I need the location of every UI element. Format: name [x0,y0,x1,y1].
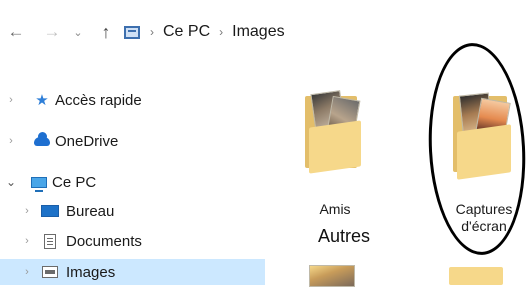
forward-arrow-icon[interactable]: → [42,20,62,44]
nav-item-label: Ce PC [52,173,97,191]
star-icon: ★ [35,92,49,109]
desktop-icon [41,203,59,219]
nav-item-ce-pc[interactable]: ⌄ Ce PC [0,169,265,195]
collapse-chevron-icon[interactable]: ⌄ [6,175,16,189]
breadcrumb-separator[interactable]: › [150,25,154,39]
nav-item-documents[interactable]: › Documents [0,228,265,254]
nav-item-label: Accès rapide [55,91,142,109]
images-icon [41,264,59,280]
expand-chevron-icon[interactable]: › [22,235,32,247]
nav-item-acces-rapide[interactable]: › ★ Accès rapide [0,87,265,113]
nav-item-label: Bureau [66,202,115,220]
breadcrumb[interactable]: › Ce PC › Images [124,20,285,44]
nav-item-label: Images [66,263,116,281]
navigation-pane: › ★ Accès rapide › OneDrive ⌄ Ce PC › Bu… [0,64,265,285]
nav-item-bureau[interactable]: › Bureau [0,198,265,224]
folder-partial[interactable] [445,264,505,285]
folder-partial[interactable] [303,263,363,287]
expand-chevron-icon[interactable]: › [22,205,32,217]
nav-item-label: Documents [66,232,142,250]
photo-thumbnail-icon [309,265,355,287]
location-icon [124,25,140,39]
folder-label-amis[interactable]: Amis [303,201,367,217]
folder-front-icon [449,267,503,285]
up-arrow-icon[interactable]: ↑ [96,20,116,44]
documents-icon [41,233,59,249]
nav-item-label: OneDrive [55,132,119,150]
annotation-text: Autres [318,226,371,246]
expand-chevron-icon[interactable]: › [6,94,16,106]
folder-amis[interactable] [301,90,373,174]
cloud-icon [33,131,51,149]
folder-front-icon [309,120,361,174]
nav-item-images[interactable]: › Images [0,259,265,285]
breadcrumb-ce-pc[interactable]: Ce PC [163,23,210,41]
recent-locations-chevron-icon[interactable]: ⌄ [68,20,88,44]
expand-chevron-icon[interactable]: › [22,266,32,278]
content-pane: Amis Autres Captures d'écran [265,40,531,287]
breadcrumb-images[interactable]: Images [232,23,284,41]
back-arrow-icon[interactable]: ← [6,20,26,44]
expand-chevron-icon[interactable]: › [6,135,16,147]
computer-icon [30,174,48,192]
breadcrumb-separator[interactable]: › [219,25,223,39]
nav-item-onedrive[interactable]: › OneDrive [0,128,265,154]
